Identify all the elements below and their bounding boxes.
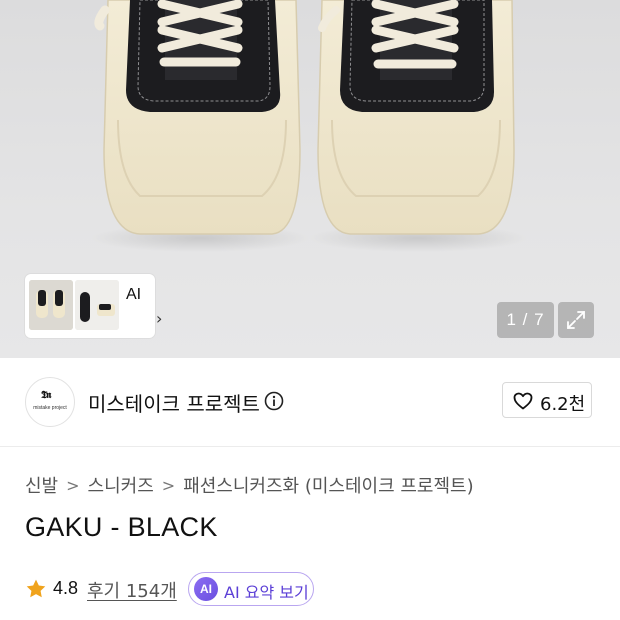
brand-logo-mark: 𝕿𝖓 [41,390,51,401]
ai-summary-button[interactable]: AI AI 요약 보기 [188,572,314,606]
thumbnail-ai-label[interactable]: AI [126,286,141,304]
product-image-gallery[interactable]: AI › 1 / 7 [0,0,620,358]
expand-button[interactable] [558,302,594,338]
ai-summary-label: AI 요약 보기 [224,583,309,602]
breadcrumb-item-shoes[interactable]: 신발 [25,472,58,498]
expand-icon [567,311,585,329]
thumbnail-2[interactable] [75,280,119,330]
ai-badge-icon: AI [194,577,218,601]
thumbnail-1[interactable] [29,280,73,330]
brand-name[interactable]: 미스테이크 프로젝트 [88,388,260,417]
heart-icon [513,392,533,410]
product-title: GAKU - BLACK [25,512,218,542]
breadcrumb-item-sneakers[interactable]: 스니커즈 [88,472,154,498]
review-count-link[interactable]: 후기 154개 [87,577,177,603]
breadcrumb-separator: > [66,475,80,495]
image-counter: 1 / 7 [497,302,554,338]
breadcrumb-item-fashion-sneakers[interactable]: 패션스니커즈화 (미스테이크 프로젝트) [183,472,473,498]
rating-value: 4.8 [53,578,79,598]
like-button[interactable]: 6.2천 [502,382,592,418]
rating-row: 4.8 후기 154개 AI AI 요약 보기 [25,572,605,606]
thumbnail-strip[interactable]: AI › [25,274,162,338]
like-count: 6.2천 [540,394,586,415]
breadcrumb-separator: > [161,475,176,495]
info-icon[interactable] [264,391,284,411]
brand-row: 𝕿𝖓 mistake project 미스테이크 프로젝트 6.2천 [0,358,620,447]
chevron-right-icon: › [156,309,163,328]
brand-logo-subtext: mistake project [33,405,67,411]
breadcrumb: 신발 > 스니커즈 > 패션스니커즈화 (미스테이크 프로젝트) [25,472,474,498]
star-icon [26,579,46,598]
brand-logo[interactable]: 𝕿𝖓 mistake project [25,377,75,427]
